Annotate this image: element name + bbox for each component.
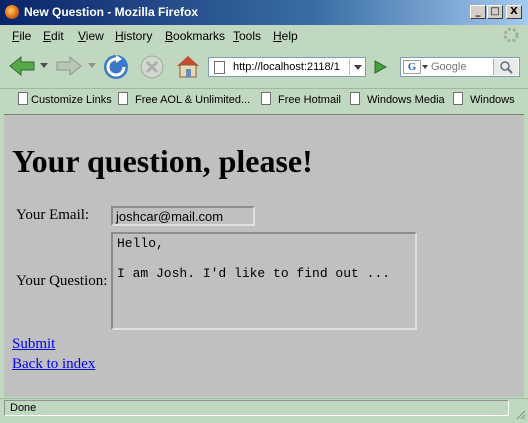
bookmark-free-aol[interactable]: Free AOL & Unlimited... (135, 94, 250, 106)
reload-icon[interactable] (102, 53, 130, 81)
url-text: http://localhost:2118/1 (233, 61, 340, 73)
resize-grip-icon[interactable] (514, 408, 526, 420)
menu-history[interactable]: History (115, 29, 152, 43)
menu-help[interactable]: Help (273, 29, 298, 43)
email-field[interactable]: joshcar@mail.com (111, 206, 255, 226)
go-button-icon[interactable] (370, 58, 390, 76)
menu-edit[interactable]: Edit (43, 29, 64, 43)
back-arrow-icon[interactable] (8, 54, 36, 78)
status-text: Done (4, 400, 509, 416)
menu-bookmarks[interactable]: Bookmarks (165, 29, 225, 43)
forward-arrow-icon[interactable] (55, 54, 83, 78)
search-button[interactable] (493, 59, 518, 75)
browser-window: New Question - Mozilla Firefox _ □ X Fil… (0, 0, 528, 423)
firefox-logo-icon (5, 5, 19, 19)
question-textarea[interactable]: Hello, I am Josh. I'd like to find out .… (111, 232, 417, 330)
search-engine-icon[interactable]: G (403, 60, 421, 74)
page-icon (214, 61, 225, 74)
chevron-down-icon (354, 65, 362, 70)
title-bar: New Question - Mozilla Firefox _ □ X (0, 0, 528, 25)
bookmark-page-icon (261, 92, 271, 105)
bookmark-customize-links[interactable]: Customize Links (31, 94, 112, 106)
search-input[interactable] (431, 60, 491, 74)
maximize-button[interactable]: □ (487, 5, 503, 19)
submit-link[interactable]: Submit (12, 336, 55, 353)
back-dropdown-icon[interactable] (40, 63, 48, 69)
url-dropdown-button[interactable] (349, 59, 366, 75)
magnifier-icon (500, 61, 513, 74)
bookmark-free-hotmail[interactable]: Free Hotmail (278, 94, 341, 106)
search-engine-dropdown-icon[interactable] (422, 65, 428, 70)
bookmark-page-icon (350, 92, 360, 105)
address-bar[interactable]: http://localhost:2118/1 (208, 57, 366, 77)
email-label: Your Email: (16, 207, 90, 223)
page-content: Your question, please! Your Email: joshc… (4, 114, 524, 397)
minimize-button[interactable]: _ (470, 5, 486, 19)
search-box[interactable]: G (400, 57, 520, 77)
back-to-index-link[interactable]: Back to index (12, 356, 95, 373)
question-label: Your Question: (16, 273, 108, 289)
bookmark-windows-media[interactable]: Windows Media (367, 94, 445, 106)
menu-bar: File Edit View History Bookmarks Tools H… (0, 26, 528, 46)
forward-dropdown-icon[interactable] (88, 63, 96, 69)
bookmark-windows[interactable]: Windows (470, 94, 515, 106)
stop-icon[interactable] (138, 53, 166, 81)
bookmark-page-icon (453, 92, 463, 105)
menu-view[interactable]: View (78, 29, 104, 43)
page-heading: Your question, please! (12, 143, 313, 179)
throbber-icon (503, 27, 519, 43)
bookmark-page-icon (18, 92, 28, 105)
menu-file[interactable]: File (12, 29, 31, 43)
menu-tools[interactable]: Tools (233, 29, 261, 43)
bookmark-page-icon (118, 92, 128, 105)
home-icon[interactable] (174, 52, 202, 80)
window-title: New Question - Mozilla Firefox (24, 5, 199, 19)
close-button[interactable]: X (506, 5, 522, 19)
